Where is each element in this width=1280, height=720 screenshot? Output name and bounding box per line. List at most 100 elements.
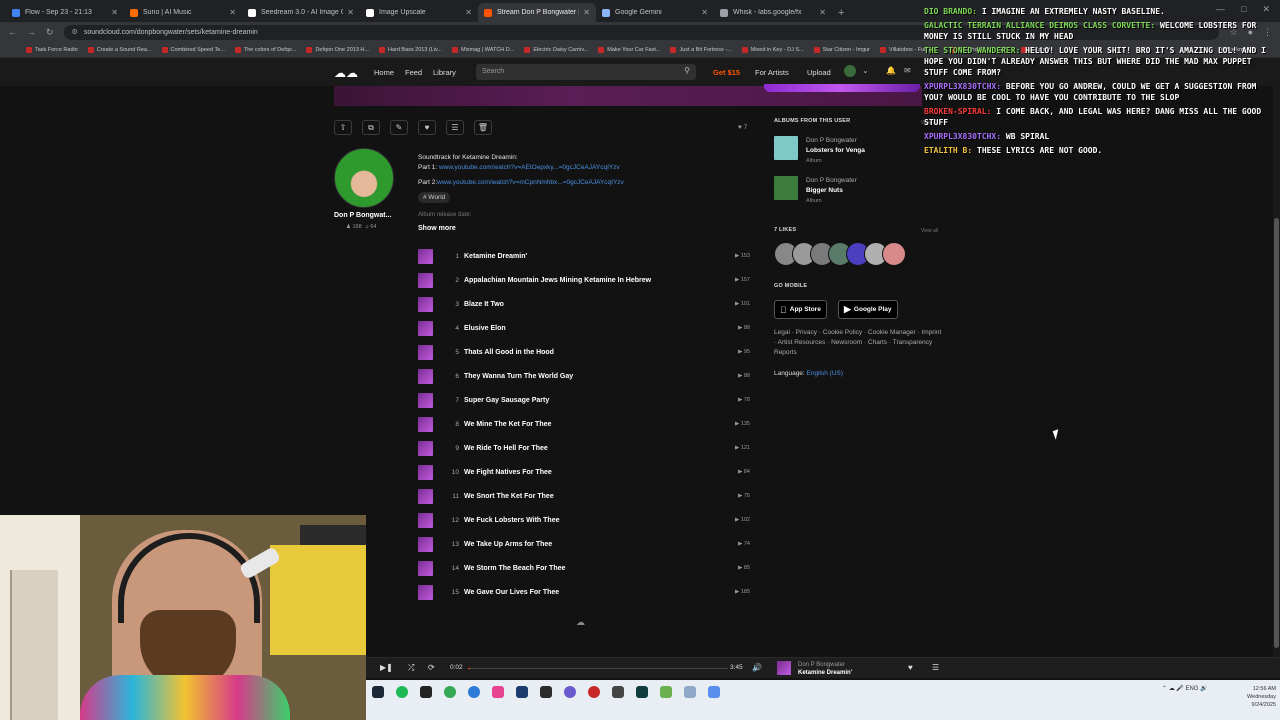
soundcloud-logo-icon[interactable]: ☁☁ [334,66,358,80]
track-artwork[interactable] [418,536,433,552]
track-title[interactable]: Ketamine Dreamin' [464,253,735,260]
album-item[interactable]: Don P Bongwater Lobsters for Venga Album [774,136,865,166]
album-name[interactable]: Lobsters for Venga [806,146,865,156]
track-row[interactable]: 4 Elusive Elon ▶ 88 [418,316,752,340]
track-title[interactable]: Elusive Elon [464,325,738,332]
part2-link[interactable]: www.youtube.com/watch?v=mCpnNmhbx...=0gc… [437,179,624,186]
app-icon[interactable] [708,686,720,698]
bookmark-item[interactable]: Defqon One 2013 H... [306,46,369,53]
search-icon[interactable]: ⚲ [684,66,690,75]
spotify-icon[interactable] [396,686,408,698]
artist-name[interactable]: Don P Bongwat... [334,212,391,219]
back-icon[interactable]: ← [8,27,17,37]
app-store-button[interactable]: App Store [774,300,827,319]
copy-link-button[interactable]: ⧉ [362,120,380,135]
track-title[interactable]: We Fight Natives For Thee [464,469,738,476]
play-pause-icon[interactable]: ▶❚ [380,663,393,672]
album-item[interactable]: Don P Bongwater Bigger Nuts Album [774,176,857,206]
bookmark-item[interactable]: Make Your Car Fast... [598,46,660,53]
track-row[interactable]: 5 Thats All Good in the Hood ▶ 95 [418,340,752,364]
track-row[interactable]: 13 We Take Up Arms for Thee ▶ 74 [418,532,752,556]
track-artwork[interactable] [418,272,433,288]
bookmark-item[interactable]: Electric Daisy Carniv... [524,46,588,53]
like-track-icon[interactable]: ♥ [908,663,913,672]
track-row[interactable]: 9 We Ride To Hell For Thee ▶ 121 [418,436,752,460]
bookmark-item[interactable]: Just a Bit Fortress -... [670,46,732,53]
notifications-icon[interactable]: 🔔 [886,66,896,75]
app-icon[interactable] [420,686,432,698]
site-info-icon[interactable]: ⚙ [72,28,78,36]
track-title[interactable]: We Storm The Beach For Thee [464,565,738,572]
track-artwork[interactable] [418,320,433,336]
track-artwork[interactable] [418,296,433,312]
track-title[interactable]: We Mine The Ket For Thee [464,421,735,428]
bookmark-item[interactable]: The colors of Defqo... [234,46,296,53]
bookmark-item[interactable]: Star Citizen - Imgur [813,46,870,53]
part1-link[interactable]: www.youtube.com/watch?v=AEtOepxky...=0gc… [439,164,620,171]
edit-button[interactable]: ✎ [390,120,408,135]
app-icon[interactable] [660,686,672,698]
track-artwork[interactable] [418,464,433,480]
get-offer-link[interactable]: Get $15 [713,68,740,77]
nav-library[interactable]: Library [433,68,456,77]
artist-avatar[interactable] [334,148,394,208]
footer-links[interactable]: Legal · Privacy · Cookie Policy · Cookie… [774,328,942,358]
track-row[interactable]: 6 They Wanna Turn The World Gay ▶ 88 [418,364,752,388]
now-playing-artwork[interactable] [777,661,791,675]
genre-tag[interactable]: # World [418,192,451,203]
volume-icon[interactable]: 🔊 [752,663,762,672]
language-selector[interactable]: Language: English (US) [774,370,843,377]
track-row[interactable]: 12 We Fuck Lobsters With Thee ▶ 102 [418,508,752,532]
track-title[interactable]: We Snort The Ket For Thee [464,493,738,500]
track-artwork[interactable] [418,392,433,408]
track-row[interactable]: 7 Super Gay Sausage Party ▶ 78 [418,388,752,412]
browser-tab[interactable]: Image Upscale ✕ [360,3,478,22]
browser-tab[interactable]: Flow - Sep 23 - 21:13 ✕ [6,3,124,22]
app-icon[interactable] [516,686,528,698]
track-title[interactable]: We Fuck Lobsters With Thee [464,517,735,524]
reload-icon[interactable]: ↻ [46,27,54,38]
track-title[interactable]: We Take Up Arms for Thee [464,541,738,548]
obs-icon[interactable] [564,686,576,698]
track-title[interactable]: Thats All Good in the Hood [464,349,738,356]
add-to-queue-button[interactable]: ☰ [446,120,464,135]
bookmark-item[interactable]: Mixmag | WATCH D... [451,46,514,53]
system-tray[interactable]: ⌃ ☁ 🎤 ENG 🔊 [1162,685,1208,692]
close-tab-icon[interactable]: ✕ [583,8,590,17]
app-icon[interactable] [612,686,624,698]
messages-icon[interactable]: ✉ [904,66,911,75]
chrome-icon[interactable] [444,686,456,698]
bookmark-item[interactable]: Combined Speed Te... [161,46,225,53]
language-value[interactable]: English (US) [807,370,843,377]
bookmark-item[interactable]: Task Force Radio [26,46,78,53]
track-title[interactable]: Appalachian Mountain Jews Mining Ketamin… [464,277,735,284]
app-icon[interactable] [684,686,696,698]
show-more-button[interactable]: Show more [418,225,456,232]
track-title[interactable]: We Ride To Hell For Thee [464,445,735,452]
app-icon[interactable] [588,686,600,698]
track-row[interactable]: 1 Ketamine Dreamin' ▶ 153 [418,244,752,268]
search-input[interactable]: Search ⚲ [476,64,696,80]
bookmark-item[interactable]: Create a Sound Rea... [87,46,152,53]
nav-upload[interactable]: Upload [807,68,831,77]
forward-icon[interactable]: → [27,27,36,37]
track-title[interactable]: They Wanna Turn The World Gay [464,373,738,380]
track-artwork[interactable] [418,344,433,360]
track-row[interactable]: 14 We Storm The Beach For Thee ▶ 85 [418,556,752,580]
bookmark-item[interactable]: Hard Bass 2013 (Liv... [378,46,442,53]
track-title[interactable]: Super Gay Sausage Party [464,397,738,404]
liker-avatar[interactable] [882,242,906,266]
track-row[interactable]: 8 We Mine The Ket For Thee ▶ 135 [418,412,752,436]
share-button[interactable]: ⇧ [334,120,352,135]
browser-tab[interactable]: Suno | AI Music ✕ [124,3,242,22]
user-avatar[interactable] [844,65,856,77]
track-title[interactable]: We Gave Our Lives For Thee [464,589,735,596]
now-playing-track[interactable]: Ketamine Dreamin' [798,669,852,677]
track-row[interactable]: 10 We Fight Natives For Thee ▶ 84 [418,460,752,484]
track-artwork[interactable] [418,440,433,456]
page-scrollbar[interactable] [1273,58,1280,657]
browser-tab[interactable]: Stream Don P Bongwater | Listen✕ [478,3,596,22]
nav-for-artists[interactable]: For Artists [755,68,789,77]
edge-icon[interactable] [468,686,480,698]
album-name[interactable]: Bigger Nuts [806,186,857,196]
